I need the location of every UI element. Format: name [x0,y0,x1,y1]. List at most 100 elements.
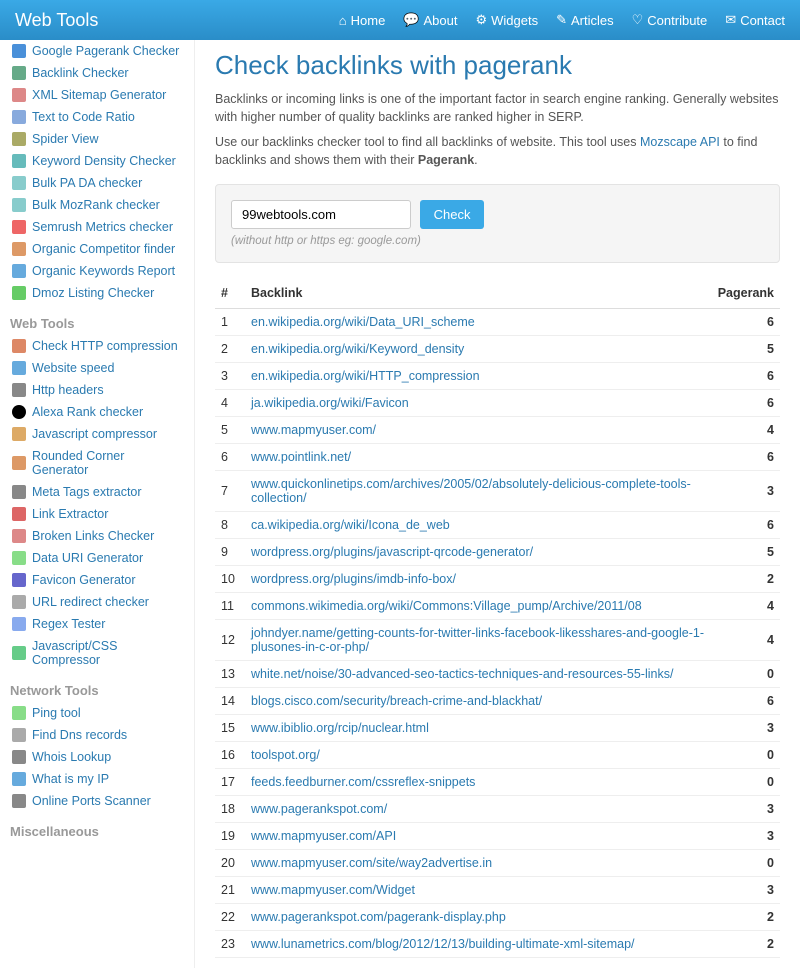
sidebar-link[interactable]: Google Pagerank Checker [32,44,179,58]
sidebar-link[interactable]: Regex Tester [32,617,105,631]
sidebar-link[interactable]: Backlink Checker [32,66,129,80]
sidebar-link[interactable]: Semrush Metrics checker [32,220,173,234]
sidebar-item[interactable]: Ping tool [10,702,184,724]
sidebar-link[interactable]: Find Dns records [32,728,127,742]
sidebar-item[interactable]: Broken Links Checker [10,525,184,547]
backlink-link[interactable]: www.lunametrics.com/blog/2012/12/13/buil… [251,937,635,951]
sidebar-link[interactable]: Dmoz Listing Checker [32,286,154,300]
backlink-link[interactable]: www.pagerankspot.com/pagerank-display.ph… [251,910,506,924]
sidebar-link[interactable]: Bulk PA DA checker [32,176,142,190]
sidebar-link[interactable]: XML Sitemap Generator [32,88,166,102]
backlink-link[interactable]: www.quickonlinetips.com/archives/2005/02… [251,477,691,505]
nav-home[interactable]: ⌂Home [339,12,386,28]
sidebar-link[interactable]: Javascript compressor [32,427,157,441]
backlink-link[interactable]: blogs.cisco.com/security/breach-crime-an… [251,694,542,708]
backlink-link[interactable]: www.mapmyuser.com/API [251,829,396,843]
sidebar-link[interactable]: URL redirect checker [32,595,149,609]
nav-widgets[interactable]: ⚙Widgets [475,12,538,28]
sidebar-item[interactable]: Bulk MozRank checker [10,194,184,216]
sidebar-link[interactable]: Ping tool [32,706,81,720]
ic-xml-icon [12,88,26,102]
sidebar-item[interactable]: Dmoz Listing Checker [10,282,184,304]
backlink-link[interactable]: johndyer.name/getting-counts-for-twitter… [251,626,704,654]
check-button[interactable]: Check [420,200,485,229]
sidebar-link[interactable]: Check HTTP compression [32,339,178,353]
backlink-link[interactable]: ja.wikipedia.org/wiki/Favicon [251,396,409,410]
sidebar-item[interactable]: Http headers [10,379,184,401]
sidebar-link[interactable]: Http headers [32,383,104,397]
backlink-link[interactable]: commons.wikimedia.org/wiki/Commons:Villa… [251,599,642,613]
sidebar-link[interactable]: Meta Tags extractor [32,485,142,499]
sidebar-link[interactable]: Favicon Generator [32,573,136,587]
backlink-link[interactable]: www.pagerankspot.com/ [251,802,387,816]
sidebar-item[interactable]: Javascript/CSS Compressor [10,635,184,671]
table-row: 12johndyer.name/getting-counts-for-twitt… [215,620,780,661]
sidebar-link[interactable]: Broken Links Checker [32,529,154,543]
backlink-link[interactable]: ca.wikipedia.org/wiki/Icona_de_web [251,518,450,532]
domain-input[interactable] [231,200,411,229]
backlink-link[interactable]: www.ibiblio.org/rcip/nuclear.html [251,721,429,735]
sidebar-link[interactable]: Keyword Density Checker [32,154,176,168]
sidebar-link[interactable]: Bulk MozRank checker [32,198,160,212]
backlink-link[interactable]: en.wikipedia.org/wiki/HTTP_compression [251,369,480,383]
sidebar-link[interactable]: What is my IP [32,772,109,786]
backlink-link[interactable]: feeds.feedburner.com/cssreflex-snippets [251,775,475,789]
sidebar-item[interactable]: Meta Tags extractor [10,481,184,503]
sidebar-item[interactable]: Find Dns records [10,724,184,746]
sidebar-item[interactable]: Data URI Generator [10,547,184,569]
sidebar-item[interactable]: Organic Competitor finder [10,238,184,260]
mozscape-link[interactable]: Mozscape API [640,135,720,149]
backlink-link[interactable]: en.wikipedia.org/wiki/Data_URI_scheme [251,315,475,329]
backlink-link[interactable]: white.net/noise/30-advanced-seo-tactics-… [251,667,673,681]
home-icon: ⌂ [339,13,347,28]
sidebar-item[interactable]: Website speed [10,357,184,379]
backlink-link[interactable]: toolspot.org/ [251,748,320,762]
backlink-link[interactable]: www.mapmyuser.com/ [251,423,376,437]
sidebar-item[interactable]: Favicon Generator [10,569,184,591]
backlink-link[interactable]: www.mapmyuser.com/Widget [251,883,415,897]
sidebar-item[interactable]: Spider View [10,128,184,150]
sidebar-item[interactable]: Regex Tester [10,613,184,635]
nav-articles[interactable]: ✎Articles [556,12,614,28]
sidebar-item[interactable]: Rounded Corner Generator [10,445,184,481]
sidebar-item[interactable]: Google Pagerank Checker [10,40,184,62]
backlink-link[interactable]: wordpress.org/plugins/imdb-info-box/ [251,572,456,586]
sidebar-item[interactable]: Link Extractor [10,503,184,525]
sidebar-link[interactable]: Alexa Rank checker [32,405,143,419]
sidebar-link[interactable]: Data URI Generator [32,551,143,565]
sidebar-link[interactable]: Javascript/CSS Compressor [32,639,182,667]
sidebar-link[interactable]: Link Extractor [32,507,108,521]
sidebar-item[interactable]: XML Sitemap Generator [10,84,184,106]
sidebar-item[interactable]: Keyword Density Checker [10,150,184,172]
row-backlink: en.wikipedia.org/wiki/Keyword_density [245,336,710,363]
sidebar-item[interactable]: Bulk PA DA checker [10,172,184,194]
sidebar-item[interactable]: Organic Keywords Report [10,260,184,282]
nav-contact[interactable]: ✉Contact [725,12,785,28]
sidebar-link[interactable]: Rounded Corner Generator [32,449,182,477]
sidebar-link[interactable]: Online Ports Scanner [32,794,151,808]
sidebar-item[interactable]: Alexa Rank checker [10,401,184,423]
sidebar-item[interactable]: What is my IP [10,768,184,790]
nav-contribute[interactable]: ♡Contribute [632,12,708,28]
sidebar-item[interactable]: URL redirect checker [10,591,184,613]
table-row: 17feeds.feedburner.com/cssreflex-snippet… [215,769,780,796]
sidebar-item[interactable]: Javascript compressor [10,423,184,445]
backlink-link[interactable]: en.wikipedia.org/wiki/Keyword_density [251,342,464,356]
sidebar-item[interactable]: Text to Code Ratio [10,106,184,128]
sidebar-item[interactable]: Online Ports Scanner [10,790,184,812]
sidebar-link[interactable]: Website speed [32,361,114,375]
backlink-link[interactable]: wordpress.org/plugins/javascript-qrcode-… [251,545,533,559]
sidebar-item[interactable]: Semrush Metrics checker [10,216,184,238]
sidebar-link[interactable]: Text to Code Ratio [32,110,135,124]
sidebar-link[interactable]: Organic Competitor finder [32,242,175,256]
brand[interactable]: Web Tools [15,10,98,31]
backlink-link[interactable]: www.pointlink.net/ [251,450,351,464]
sidebar-item[interactable]: Backlink Checker [10,62,184,84]
sidebar-link[interactable]: Whois Lookup [32,750,111,764]
sidebar-link[interactable]: Spider View [32,132,98,146]
sidebar-item[interactable]: Check HTTP compression [10,335,184,357]
nav-about[interactable]: 💬About [403,12,457,28]
sidebar-link[interactable]: Organic Keywords Report [32,264,175,278]
sidebar-item[interactable]: Whois Lookup [10,746,184,768]
backlink-link[interactable]: www.mapmyuser.com/site/way2advertise.in [251,856,492,870]
